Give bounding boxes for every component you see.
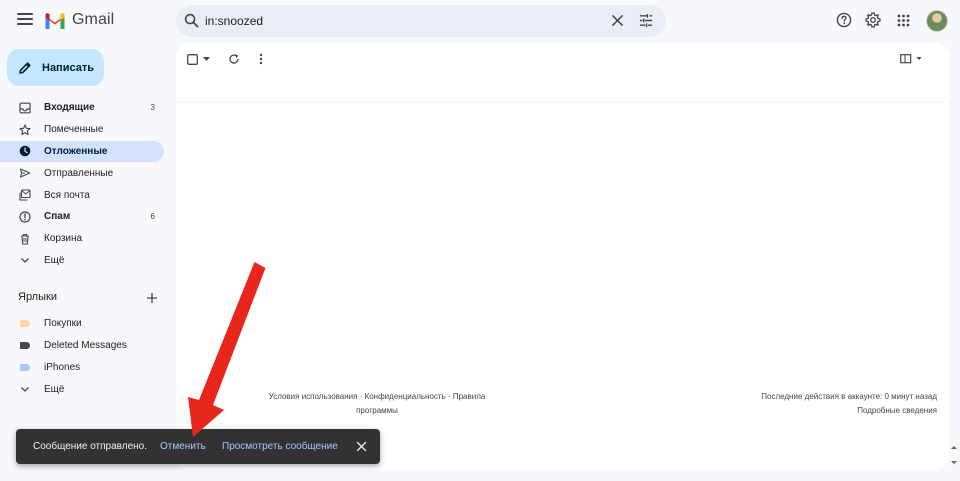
label-item-iphones[interactable]: iPhones [0, 357, 164, 379]
chevron-down-icon [21, 258, 29, 264]
snackbar-message: Сообщение отправлено. [33, 441, 147, 452]
help-icon[interactable] [836, 12, 852, 28]
sidebar-item-more[interactable]: Ещё [0, 250, 164, 272]
close-icon[interactable] [356, 441, 367, 452]
last-activity-text: Последние действия в аккаунте: 0 минут н… [761, 392, 937, 401]
sidebar-nav: Входящие 3 Помеченные Отложенные Отправл… [0, 97, 176, 271]
label-tag-icon [20, 320, 30, 328]
refresh-icon[interactable] [228, 53, 240, 65]
split-pane-toggle-icon[interactable] [900, 54, 924, 64]
all-mail-icon [19, 189, 31, 201]
sidebar-item-snoozed[interactable]: Отложенные [0, 140, 164, 163]
label-item-label: Покупки [44, 318, 82, 330]
sidebar-item-starred[interactable]: Помеченные [0, 119, 164, 141]
account-avatar[interactable] [926, 10, 948, 32]
snackbar-notification: Сообщение отправлено. Отменить Просмотре… [16, 429, 380, 464]
pencil-icon [19, 61, 31, 74]
trash-icon [21, 233, 29, 245]
app-name: Gmail [72, 11, 115, 28]
sidebar-item-label: Отложенные [44, 145, 108, 157]
compose-button[interactable]: Написать [7, 49, 104, 86]
search-icon[interactable] [184, 13, 199, 28]
gmail-m-icon [45, 12, 65, 29]
sidebar-item-sent[interactable]: Отправленные [0, 162, 164, 184]
undo-button[interactable]: Отменить [160, 441, 206, 452]
label-item-label: Deleted Messages [44, 340, 127, 352]
gmail-logo[interactable]: Gmail [44, 11, 114, 29]
compose-label: Написать [42, 61, 94, 74]
sidebar-item-spam[interactable]: Спам 6 [0, 206, 164, 228]
account-activity: Последние действия в аккаунте: 0 минут н… [717, 390, 937, 418]
sidebar-item-label: Спам [44, 211, 71, 223]
sidebar-item-label: Входящие [44, 102, 95, 114]
sidebar-item-inbox[interactable]: Входящие 3 [0, 97, 164, 119]
select-all-checkbox[interactable] [187, 54, 198, 65]
labels-list: Покупки Deleted Messages iPhones Ещё [0, 313, 176, 400]
labels-heading: Ярлыки [18, 291, 57, 303]
label-item-deleted-messages[interactable]: Deleted Messages [0, 335, 164, 357]
search-options-icon[interactable] [638, 13, 654, 28]
label-item-purchases[interactable]: Покупки [0, 313, 164, 335]
send-icon [19, 168, 31, 178]
settings-gear-icon[interactable] [865, 12, 881, 28]
sidebar-item-label: Помеченные [44, 124, 104, 136]
sidebar-item-label: Отправленные [44, 167, 114, 179]
clock-icon [19, 146, 31, 157]
unread-count: 3 [150, 103, 155, 113]
add-label-icon[interactable] [146, 292, 158, 304]
list-toolbar [176, 43, 949, 79]
main-menu-icon[interactable] [17, 13, 33, 25]
label-item-label: iPhones [44, 361, 81, 373]
apps-grid-icon[interactable] [897, 14, 910, 27]
spam-alert-icon [19, 211, 31, 223]
sidebar-item-label: Вся почта [44, 189, 90, 201]
chevron-down-icon [21, 387, 29, 393]
activity-details-link[interactable]: Подробные сведения [717, 404, 937, 418]
sidebar-item-label: Корзина [44, 233, 83, 245]
label-item-label: Ещё [44, 383, 65, 395]
footer-links[interactable]: Условия использования · Конфиденциальнос… [262, 390, 492, 418]
sidebar-item-trash[interactable]: Корзина [0, 228, 164, 250]
sidebar-item-all-mail[interactable]: Вся почта [0, 184, 164, 206]
search-input[interactable] [205, 11, 585, 31]
toolbar-divider [176, 102, 949, 103]
label-tag-icon [20, 363, 30, 371]
unread-count: 6 [150, 212, 155, 222]
label-item-more[interactable]: Ещё [0, 378, 164, 400]
search-bar[interactable] [176, 5, 666, 37]
select-dropdown-icon[interactable] [203, 57, 210, 62]
sidebar-item-label: Ещё [44, 254, 65, 266]
more-options-icon[interactable] [259, 53, 263, 65]
label-tag-icon [20, 342, 30, 350]
scroll-arrows-icon[interactable] [950, 445, 958, 465]
clear-search-icon[interactable] [610, 13, 625, 28]
top-bar: Gmail [0, 0, 960, 42]
view-message-link[interactable]: Просмотреть сообщение [222, 441, 338, 452]
star-icon [19, 124, 31, 135]
inbox-icon [19, 102, 31, 114]
